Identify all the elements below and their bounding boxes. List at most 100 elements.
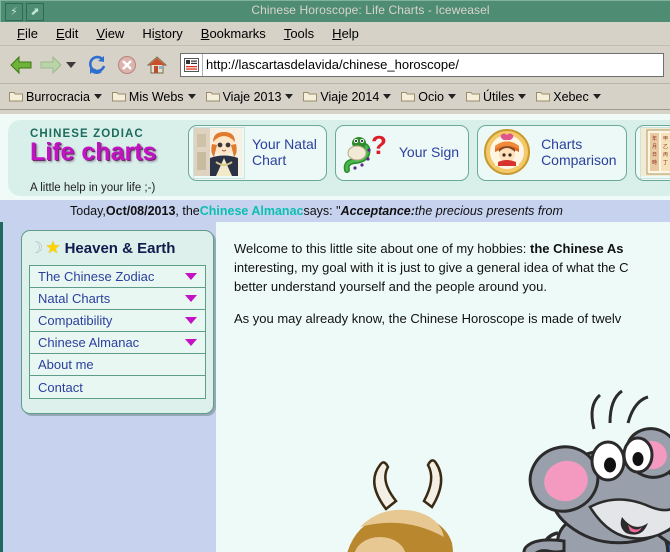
folder-icon [465, 92, 480, 102]
chevron-down-icon [383, 94, 392, 99]
sidebar-item-chinese-almanac[interactable]: Chinese Almanac [30, 332, 205, 354]
site-header: CHINESE ZODIAC Life charts Your Natal Ch… [8, 120, 670, 196]
bookmark-folder-viaje-2014[interactable]: Viaje 2014 [298, 88, 396, 106]
chevron-down-icon [185, 339, 197, 346]
svg-text:丙: 丙 [663, 152, 668, 158]
chinese-almanac-scroll-thumb: 年月日時 甲乙丙丁 子丑寅卯 [639, 127, 670, 179]
svg-text:月: 月 [652, 144, 657, 150]
forward-arrow-icon [40, 55, 62, 74]
bookmark-label: Viaje 2013 [222, 89, 282, 104]
nav-card-your-natal-chart[interactable]: Your Natal Chart [188, 125, 327, 181]
bookmarks-toolbar: Burrocracia Mis Webs Viaje 2013 Viaje 20… [0, 84, 670, 110]
almanac-mid: , the [175, 204, 200, 218]
menu-view[interactable]: View [87, 24, 133, 43]
chevron-down-icon [187, 94, 196, 99]
nav-card-chinese-almanac[interactable]: 年月日時 甲乙丙丁 子丑寅卯 [634, 125, 670, 181]
forward-button[interactable] [36, 50, 66, 80]
bookmark-folder-mis-webs[interactable]: Mis Webs [107, 88, 201, 106]
svg-text:?: ? [371, 130, 387, 160]
green-snake-question-thumb: ? [339, 127, 392, 179]
sidebar-item-label: Natal Charts [38, 291, 111, 306]
menu-history[interactable]: History [133, 24, 191, 43]
intro-p1-plain: Welcome to this little site about one of… [234, 241, 531, 256]
nav-card-charts-comparison[interactable]: Charts Comparison [477, 125, 627, 181]
page-content: Welcome to this little site about one of… [216, 222, 670, 552]
intro-text: Welcome to this little site about one of… [234, 240, 670, 341]
sidebar-menu-list: The Chinese Zodiac Natal Charts Compatib… [29, 265, 206, 399]
sidebar-heading-text: Heaven & Earth [64, 239, 176, 257]
address-bar[interactable]: http://lascartasdelavida/chinese_horosco… [180, 52, 664, 77]
home-button[interactable] [142, 50, 172, 80]
page-favicon-icon [181, 53, 203, 76]
chevron-down-icon [185, 317, 197, 324]
bookmark-folder-viaje-2013[interactable]: Viaje 2013 [201, 88, 299, 106]
reload-icon [89, 55, 106, 74]
menu-help[interactable]: Help [323, 24, 368, 43]
nav-card-label: Charts Comparison [541, 136, 617, 168]
almanac-strip: Today, Oct/08/2013, the Chinese Almanac … [0, 200, 670, 222]
reload-button[interactable] [82, 50, 112, 80]
web-page: CHINESE ZODIAC Life charts Your Natal Ch… [0, 114, 670, 552]
sidebar-item-label: The Chinese Zodiac [38, 269, 155, 284]
site-nav-cards: Your Natal Chart ? Your Sign Charts Comp… [188, 125, 670, 181]
folder-icon [536, 92, 551, 102]
nav-card-label: Your Natal Chart [252, 136, 317, 168]
site-logo[interactable]: CHINESE ZODIAC Life charts [30, 128, 182, 165]
almanac-quote-term: Acceptance: [340, 204, 415, 218]
almanac-link[interactable]: Chinese Almanac [200, 204, 304, 218]
folder-icon [303, 92, 318, 102]
logo-line2: Life charts [30, 138, 157, 166]
svg-text:日: 日 [652, 152, 657, 158]
chevron-down-icon [592, 94, 601, 99]
sidebar-item-label: About me [38, 357, 94, 372]
url-text[interactable]: http://lascartasdelavida/chinese_horosco… [206, 57, 459, 72]
browser-window: ⚡ ⬈ Chinese Horoscope: Life Charts - Ice… [0, 0, 670, 552]
page-viewport: CHINESE ZODIAC Life charts Your Natal Ch… [0, 114, 670, 552]
sidebar-item-contact[interactable]: Contact [30, 376, 205, 398]
bookmark-folder-ocio[interactable]: Ocio [396, 88, 461, 106]
sidebar-item-natal-charts[interactable]: Natal Charts [30, 288, 205, 310]
sidebar-item-the-chinese-zodiac[interactable]: The Chinese Zodiac [30, 266, 205, 288]
site-tagline: A little help in your life ;-) [30, 182, 156, 194]
anime-girl-medallion-thumb [482, 127, 535, 179]
intro-p2: interesting, my goal with it is just to … [234, 259, 629, 275]
chevron-down-icon [447, 94, 456, 99]
nav-card-your-sign[interactable]: ? Your Sign [334, 125, 470, 181]
sidebar-item-label: Compatibility [38, 313, 113, 328]
navigation-toolbar: http://lascartasdelavida/chinese_horosco… [0, 46, 670, 84]
chevron-down-icon [285, 94, 294, 99]
sidebar-item-compatibility[interactable]: Compatibility [30, 310, 205, 332]
stop-button[interactable] [112, 50, 142, 80]
chevron-down-icon[interactable] [66, 61, 76, 68]
almanac-says: says: " [303, 204, 341, 218]
svg-text:年: 年 [652, 135, 657, 142]
svg-text:乙: 乙 [663, 143, 668, 150]
intro-paragraph-2: As you may already know, the Chinese Hor… [234, 310, 622, 326]
home-icon [147, 55, 167, 73]
menu-edit[interactable]: Edit [47, 24, 87, 43]
folder-icon [9, 92, 23, 102]
folder-icon [111, 92, 126, 102]
menu-bar: File Edit View History Bookmarks Tools H… [0, 22, 670, 46]
title-bar: ⚡ ⬈ Chinese Horoscope: Life Charts - Ice… [0, 0, 670, 22]
page-sidebar: ☽ ★ Heaven & Earth The Chinese Zodiac Na… [0, 222, 216, 552]
sidebar-item-label: Contact [38, 379, 83, 395]
back-button[interactable] [6, 50, 36, 80]
menu-file[interactable]: File [8, 24, 47, 43]
bookmark-folder-burrocracia[interactable]: Burrocracia [4, 88, 107, 106]
bookmark-folder-utiles[interactable]: Útiles [461, 88, 531, 106]
intro-paragraph-1: Welcome to this little site about one of… [234, 240, 670, 297]
sidebar-item-about-me[interactable]: About me [30, 354, 205, 376]
bookmark-label: Ocio [418, 89, 444, 104]
bookmark-label: Burrocracia [26, 89, 90, 104]
bookmark-folder-xebec[interactable]: Xebec [531, 88, 605, 106]
chevron-down-icon [185, 295, 197, 302]
svg-text:甲: 甲 [663, 136, 668, 142]
anime-girl-natal-chart-thumb [193, 127, 245, 179]
chevron-down-icon [185, 273, 197, 280]
sidebar-item-label: Chinese Almanac [38, 335, 140, 350]
bookmark-label: Mis Webs [128, 89, 184, 104]
almanac-quote-text: the precious presents from [414, 204, 563, 218]
menu-bookmarks[interactable]: Bookmarks [192, 24, 275, 43]
menu-tools[interactable]: Tools [275, 24, 323, 43]
